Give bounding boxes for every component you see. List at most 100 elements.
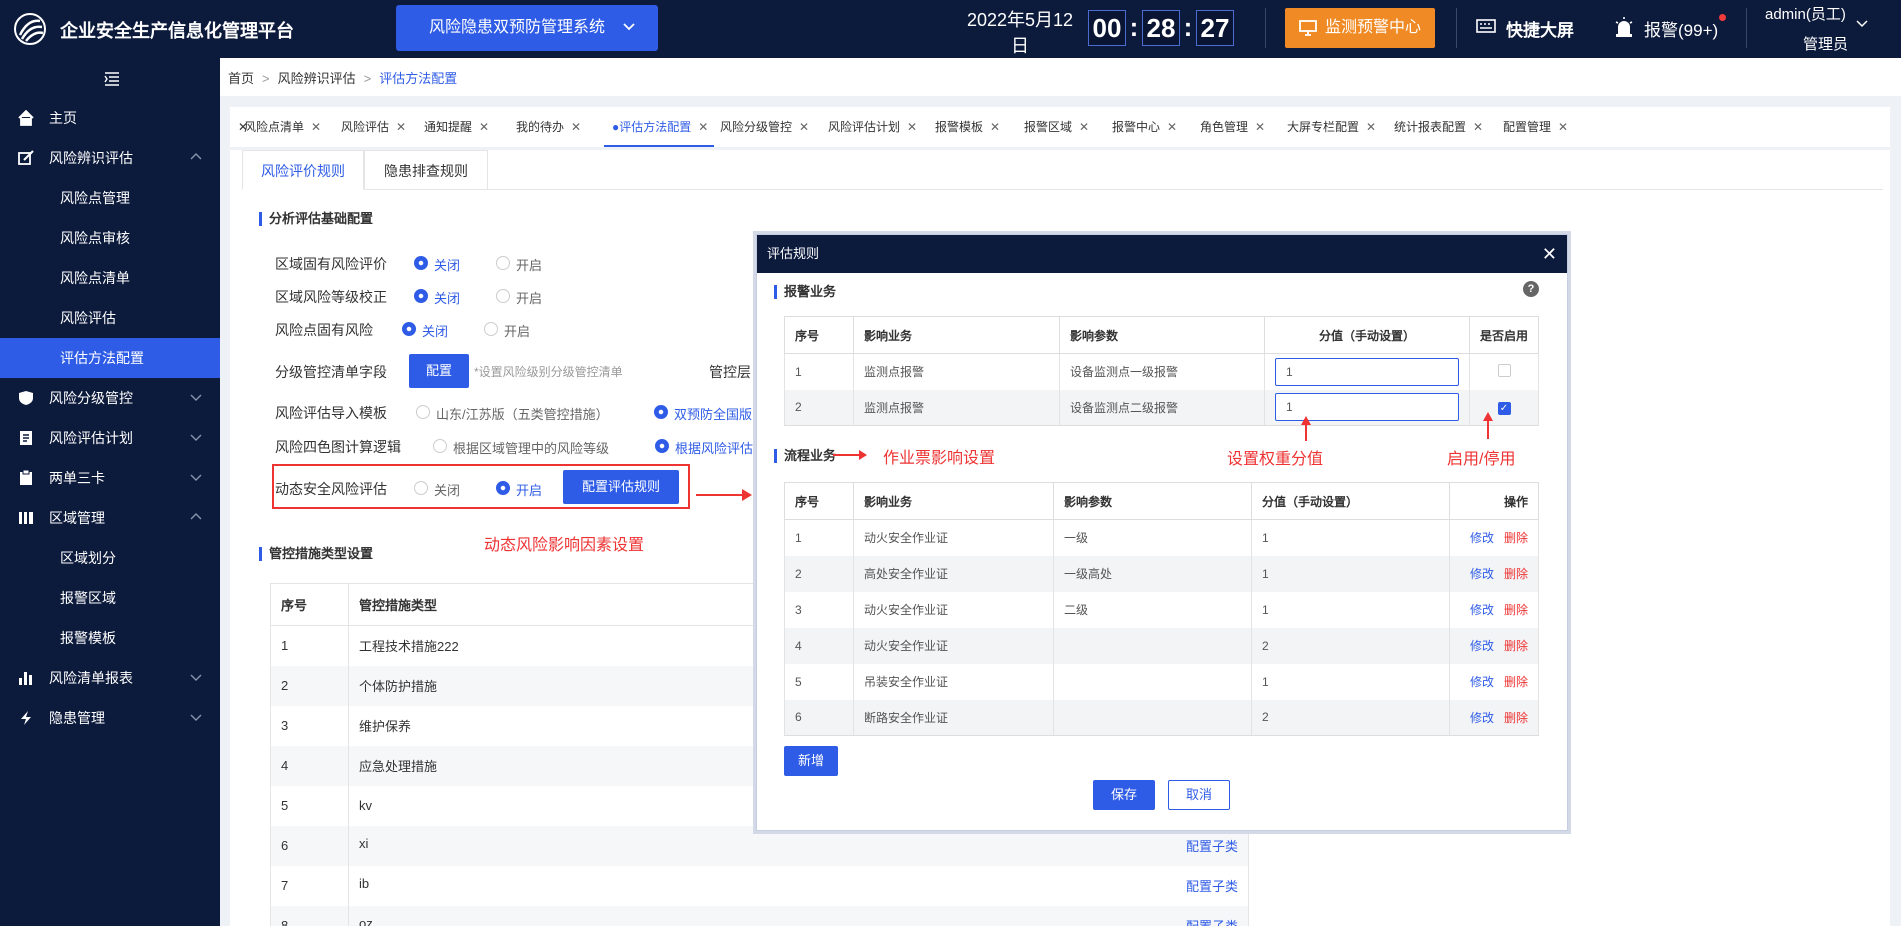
radio-on[interactable]: 开启 — [496, 255, 542, 274]
tab-item[interactable]: 风险评估 ✕ — [333, 107, 412, 147]
tab-close-icon[interactable]: ✕ — [1473, 120, 1483, 134]
system-select[interactable]: 风险隐患双预防管理系统 — [396, 5, 658, 51]
sidebar-item[interactable]: 两单三卡 — [0, 458, 220, 498]
enable-checkbox[interactable] — [1497, 363, 1511, 377]
tab-item[interactable]: 统计报表配置 ✕ — [1386, 107, 1489, 147]
tab-close-icon[interactable]: ✕ — [1079, 120, 1089, 134]
tab-item[interactable]: 报警模板 ✕ — [927, 107, 1006, 147]
system-select-label: 风险隐患双预防管理系统 — [429, 19, 606, 36]
help-icon[interactable]: ? — [1523, 281, 1539, 297]
edit-link[interactable]: 修改 — [1470, 567, 1494, 581]
edit-link[interactable]: 修改 — [1470, 711, 1494, 725]
subtab-risk-rules[interactable]: 风险评价规则 — [242, 150, 364, 190]
grading-config-button[interactable]: 配置 — [409, 354, 469, 388]
tab-close-icon[interactable]: ✕ — [479, 120, 489, 134]
tab-close-icon[interactable]: ✕ — [1167, 120, 1177, 134]
edit-link[interactable]: 修改 — [1470, 531, 1494, 545]
tab-item[interactable]: 报警中心 ✕ — [1104, 107, 1183, 147]
tab-close-icon[interactable]: ✕ — [907, 120, 917, 134]
edit-link[interactable]: 修改 — [1470, 603, 1494, 617]
sidebar-item-label: 风险分级管控 — [49, 390, 133, 406]
config-subclass-link[interactable]: 配置子类 — [1186, 916, 1238, 926]
breadcrumb-parent[interactable]: 风险辨识评估 — [278, 71, 356, 86]
radio-on[interactable]: 开启 — [484, 321, 530, 340]
sidebar-item[interactable]: 区域划分 — [0, 538, 220, 578]
radio-color-area[interactable]: 根据区域管理中的风险等级 — [433, 438, 609, 457]
tab-close-icon[interactable]: ✕ — [1558, 120, 1568, 134]
radio-off[interactable]: 关闭 — [414, 288, 460, 307]
delete-link[interactable]: 删除 — [1504, 567, 1528, 581]
tab-item[interactable]: 风险分级管控 ✕ — [712, 107, 815, 147]
delete-link[interactable]: 删除 — [1504, 675, 1528, 689]
table-row: 3 动火安全作业证 二级 1 修改 删除 — [784, 591, 1539, 628]
delete-link[interactable]: 删除 — [1504, 639, 1528, 653]
tab-close-icon[interactable]: ✕ — [311, 120, 321, 134]
sidebar-item[interactable]: 风险点审核 — [0, 218, 220, 258]
tab-close-icon[interactable]: ✕ — [698, 120, 708, 134]
tab-close-icon[interactable]: ✕ — [1255, 120, 1265, 134]
close-icon[interactable]: ✕ — [1542, 235, 1557, 273]
user-name[interactable]: admin(员工) — [1765, 3, 1846, 24]
save-button[interactable]: 保存 — [1093, 780, 1155, 810]
delete-link[interactable]: 删除 — [1504, 531, 1528, 545]
radio-off[interactable]: 关闭 — [402, 321, 448, 340]
delete-link[interactable]: 删除 — [1504, 603, 1528, 617]
chevron-down-icon[interactable] — [1856, 17, 1868, 29]
radio-off[interactable]: 关闭 — [414, 255, 460, 274]
menu-toggle-icon[interactable] — [104, 72, 120, 86]
sidebar-item[interactable]: 主页 — [0, 98, 220, 138]
tab-item[interactable]: 报警区域 ✕ — [1016, 107, 1095, 147]
sidebar-item[interactable]: 风险分级管控 — [0, 378, 220, 418]
enable-checkbox[interactable]: ✓ — [1497, 401, 1511, 415]
sidebar-item[interactable]: 隐患管理 — [0, 698, 220, 738]
config-subclass-link[interactable]: 配置子类 — [1186, 836, 1238, 855]
tab-close-icon[interactable]: ✕ — [990, 120, 1000, 134]
radio-import-national[interactable]: 双预防全国版 — [654, 404, 756, 423]
quick-screen-button[interactable]: 快捷大屏 — [1476, 16, 1574, 41]
tab-item[interactable]: 角色管理 ✕ — [1192, 107, 1271, 147]
tab-item[interactable]: ●评估方法配置 ✕ — [604, 107, 715, 147]
sidebar-item[interactable]: 风险清单报表 — [0, 658, 220, 698]
sidebar-item[interactable]: 区域管理 — [0, 498, 220, 538]
sidebar-item[interactable]: 风险评估计划 — [0, 418, 220, 458]
tab-item[interactable]: 我的待办 ✕ — [508, 107, 587, 147]
sidebar-item[interactable]: 风险点管理 — [0, 178, 220, 218]
delete-link[interactable]: 删除 — [1504, 711, 1528, 725]
cell-enabled: ✓ — [1469, 389, 1539, 426]
sidebar-item[interactable]: 风险评估 — [0, 298, 220, 338]
add-button[interactable]: 新增 — [784, 746, 838, 776]
tab-close-icon[interactable]: ✕ — [396, 120, 406, 134]
edit-link[interactable]: 修改 — [1470, 675, 1494, 689]
cancel-button[interactable]: 取消 — [1168, 780, 1230, 810]
tab-item[interactable]: 配置管理 ✕ — [1495, 107, 1574, 147]
tab-item[interactable]: 风险评估计划 ✕ — [820, 107, 923, 147]
tab-item[interactable]: 风险点清单 ✕ — [236, 107, 327, 147]
edit-link[interactable]: 修改 — [1470, 639, 1494, 653]
tab-item[interactable]: 大屏专栏配置 ✕ — [1279, 107, 1382, 147]
subtab-hazard-rules[interactable]: 隐患排查规则 — [364, 150, 488, 190]
tab-close-icon[interactable]: ✕ — [571, 120, 581, 134]
radio-dynamic-off[interactable]: 关闭 — [414, 480, 460, 499]
breadcrumb-home[interactable]: 首页 — [228, 71, 254, 86]
alarm-button[interactable]: 报警(99+) — [1614, 14, 1727, 41]
monitor-center-button[interactable]: 监测预警中心 — [1285, 8, 1435, 48]
sidebar-item[interactable]: 评估方法配置 — [0, 338, 220, 378]
config-subclass-link[interactable]: 配置子类 — [1186, 876, 1238, 895]
annotation-dynamic-note: 动态风险影响因素设置 — [484, 537, 645, 554]
sidebar-item[interactable]: 风险点清单 — [0, 258, 220, 298]
radio-dynamic-on[interactable]: 开启 — [496, 480, 542, 499]
config-rules-button[interactable]: 配置评估规则 — [563, 470, 679, 504]
cell-param: 二级 — [1053, 591, 1252, 628]
radio-color-assessment[interactable]: 根据风险评估 — [655, 438, 756, 457]
score-input[interactable]: 1 — [1275, 357, 1459, 386]
tab-item[interactable]: 通知提醒 ✕ — [416, 107, 495, 147]
sidebar-item[interactable]: 报警区域 — [0, 578, 220, 618]
sidebar-item[interactable]: 报警模板 — [0, 618, 220, 658]
tab-close-icon[interactable]: ✕ — [799, 120, 809, 134]
radio-on[interactable]: 开启 — [496, 288, 542, 307]
measure-type-name: 维护保养 — [359, 719, 412, 734]
tab-close-icon[interactable]: ✕ — [1366, 120, 1376, 134]
column-header: 影响业务 — [853, 316, 1060, 354]
radio-import-shandong[interactable]: 山东/江苏版（五类管控措施） — [416, 404, 609, 423]
sidebar-item[interactable]: 风险辨识评估 — [0, 138, 220, 178]
